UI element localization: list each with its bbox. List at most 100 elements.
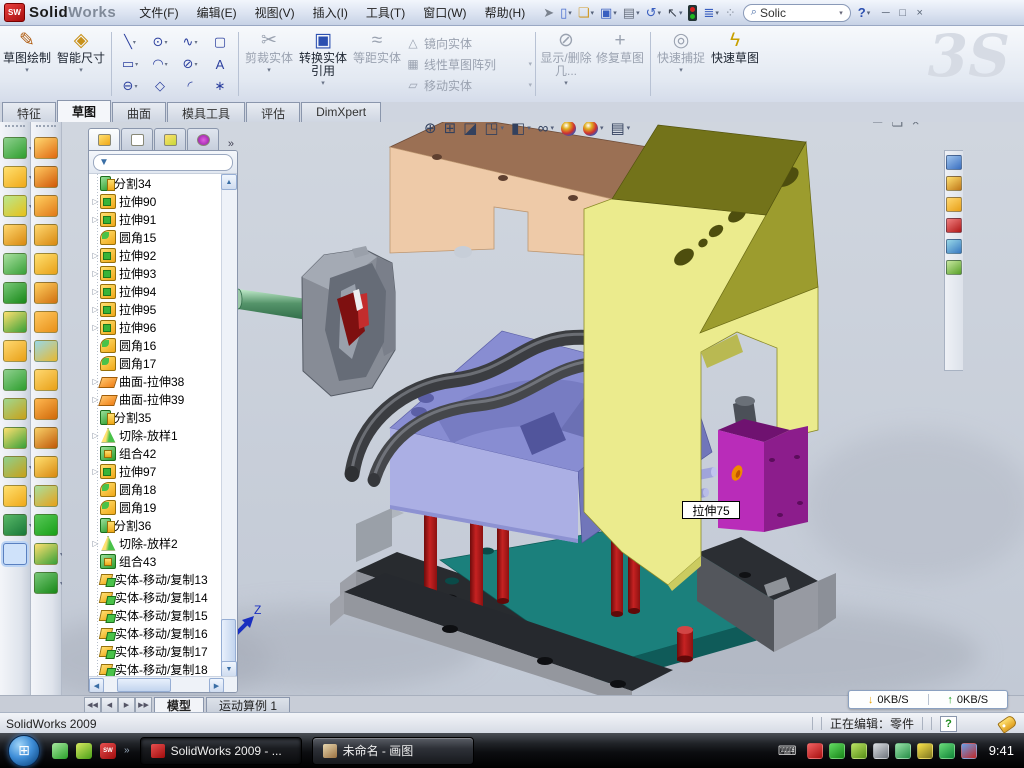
start-button[interactable]: ⊞ (8, 735, 40, 767)
tree-row-拉伸96[interactable]: ▷拉伸96 (89, 318, 221, 336)
trim-entities-button[interactable]: ✂剪裁实体▾ (242, 26, 296, 98)
tree-filter-input[interactable]: ▼ (93, 154, 233, 171)
move-entities-button[interactable]: ▱移动实体▾ (404, 75, 532, 96)
scroll-thumb-h[interactable] (117, 678, 171, 692)
apply-scene-icon[interactable]: ▤▾ (610, 122, 630, 137)
guard-plus-icon[interactable] (939, 743, 955, 759)
tree-row-拉伸92[interactable]: ▷拉伸92 (89, 246, 221, 264)
tree-row-实体-移动/复制18[interactable]: 实体-移动/复制18 (89, 660, 221, 677)
tree-row-圆角16[interactable]: 圆角16 (89, 336, 221, 354)
tree-row-切除-放样1[interactable]: ▷切除-放样1 (89, 426, 221, 444)
scroll-down-button[interactable]: ▼ (221, 661, 237, 677)
doc-minimize-button[interactable]: ─ (873, 122, 882, 130)
feature-tool-icon-12[interactable] (34, 485, 58, 507)
home-icon[interactable] (946, 155, 962, 170)
feature-tool-icon-0[interactable]: ▾ (3, 137, 27, 159)
feature-tool-icon-3[interactable] (34, 224, 58, 246)
feature-tool-icon-7[interactable] (34, 340, 58, 362)
close-button[interactable]: × (911, 5, 928, 20)
feature-tool-icon-5[interactable] (34, 282, 58, 304)
more-tools-icon[interactable]: ⁘ (723, 5, 738, 20)
view-orientation-icon[interactable]: ◳▾ (484, 122, 504, 137)
menu-item-1[interactable]: 编辑(E) (188, 1, 246, 24)
quick-snaps-button[interactable]: ◎快速捕捉▾ (654, 26, 708, 98)
volume-icon[interactable] (873, 743, 889, 759)
stop-pin[interactable] (677, 626, 693, 663)
expander-icon[interactable]: ▷ (91, 305, 100, 314)
section-view-icon[interactable]: ◪ (463, 122, 477, 137)
tree-row-组合42[interactable]: 组合42 (89, 444, 221, 462)
save-icon[interactable]: ▣▾ (598, 5, 619, 20)
selection-box-tool[interactable]: ▢ (205, 31, 235, 53)
expander-icon[interactable]: ▷ (91, 269, 100, 278)
quick-tips-icon[interactable]: ? (940, 716, 957, 732)
palette-icon[interactable] (946, 239, 962, 254)
view-setting-icon[interactable]: ▾ (583, 122, 604, 136)
feature-tool-icon-5[interactable] (3, 282, 27, 304)
cavity-insert-block[interactable] (302, 246, 395, 396)
expander-icon[interactable]: ▷ (91, 251, 100, 260)
feature-tool-icon-11[interactable] (34, 456, 58, 478)
scroll-thumb[interactable] (221, 619, 236, 663)
help-button[interactable]: ?▾ (856, 5, 872, 20)
display-delete-relations-button[interactable]: ⊘显示/删除几...▾ (539, 26, 593, 98)
menu-item-4[interactable]: 工具(T) (357, 1, 414, 24)
tab-特征[interactable]: 特征 (2, 102, 56, 122)
feature-tool-icon-2[interactable] (34, 195, 58, 217)
blocked-app-icon[interactable] (961, 743, 977, 759)
taskbar-button-0[interactable]: SolidWorks 2009 - ... (140, 737, 302, 765)
tree-tab-property-manager[interactable] (121, 128, 153, 150)
sketch-button[interactable]: ✎草图绘制▾ (0, 26, 54, 98)
line-tool[interactable]: ╲▾ (115, 31, 145, 53)
tree-row-分割36[interactable]: 分割36 (89, 516, 221, 534)
rebuild-traffic-light-icon[interactable] (686, 4, 699, 22)
repair-sketch-button[interactable]: +修复草图 (593, 26, 647, 98)
convert-entities-button[interactable]: ▣转换实体引用▾ (296, 26, 350, 98)
feature-tool-icon-1[interactable]: ▾ (3, 166, 27, 188)
feature-tool-icon-14[interactable] (3, 543, 27, 565)
search-input[interactable]: ⌕ Solic ▾ (743, 4, 851, 22)
circle-tool[interactable]: ⊙▾ (145, 31, 175, 53)
doc-restore-button[interactable]: ❏ (891, 122, 903, 130)
new-file-icon[interactable]: ▯▾ (558, 5, 574, 20)
feature-tool-icon-1[interactable] (34, 166, 58, 188)
doc-tab-模型[interactable]: 模型 (154, 697, 204, 713)
motion-nav-button-1[interactable]: ◀ (101, 697, 118, 713)
feature-tool-icon-10[interactable] (34, 427, 58, 449)
tab-DimXpert[interactable]: DimXpert (301, 102, 381, 122)
tab-草图[interactable]: 草图 (57, 100, 111, 122)
expander-icon[interactable]: ▷ (91, 539, 100, 548)
undo-icon[interactable]: ↺▾ (644, 5, 663, 20)
feature-tool-icon-0[interactable] (34, 137, 58, 159)
doc-close-button[interactable]: × (912, 122, 920, 130)
feature-tool-icon-8[interactable] (34, 369, 58, 391)
tree-row-实体-移动/复制13[interactable]: 实体-移动/复制13 (89, 570, 221, 588)
tree-row-实体-移动/复制16[interactable]: 实体-移动/复制16 (89, 624, 221, 642)
tree-row-实体-移动/复制14[interactable]: 实体-移动/复制14 (89, 588, 221, 606)
polygon-tool[interactable]: ◇ (145, 75, 175, 97)
feature-tool-icon-9[interactable] (34, 398, 58, 420)
menu-item-6[interactable]: 帮助(H) (476, 1, 535, 24)
search-dropdown-icon[interactable]: ▾ (839, 9, 843, 17)
tree-vertical-scrollbar[interactable]: ▲ ▼ (221, 174, 237, 677)
tree-row-曲面-拉伸38[interactable]: ▷曲面-拉伸38 (89, 372, 221, 390)
app-icon[interactable] (76, 743, 92, 759)
feature-tool-icon-13[interactable]: ▾ (3, 514, 27, 536)
display-style-icon[interactable]: ◧▾ (511, 122, 531, 137)
scroll-up-button[interactable]: ▲ (221, 174, 237, 190)
slot-tool[interactable]: ⊖▾ (115, 75, 145, 97)
rapid-sketch-button[interactable]: ϟ快速草图 (708, 26, 762, 98)
minimize-button[interactable]: ─ (877, 5, 894, 20)
feature-tool-icon-9[interactable] (3, 398, 27, 420)
text-tool[interactable]: A (205, 53, 235, 75)
tab-评估[interactable]: 评估 (246, 102, 300, 122)
tree-tabs-overflow[interactable]: » (228, 138, 238, 150)
open-file-icon[interactable]: ❏▾ (576, 5, 596, 20)
tree-row-实体-移动/复制15[interactable]: 实体-移动/复制15 (89, 606, 221, 624)
tree-row-圆角18[interactable]: 圆角18 (89, 480, 221, 498)
toolbox-icon[interactable] (946, 218, 962, 233)
zoom-area-icon[interactable]: ⊞ (444, 122, 457, 137)
taskbar-button-1[interactable]: 未命名 - 画图 (312, 737, 474, 765)
tree-row-分割35[interactable]: 分割35 (89, 408, 221, 426)
feature-tool-icon-10[interactable] (3, 427, 27, 449)
